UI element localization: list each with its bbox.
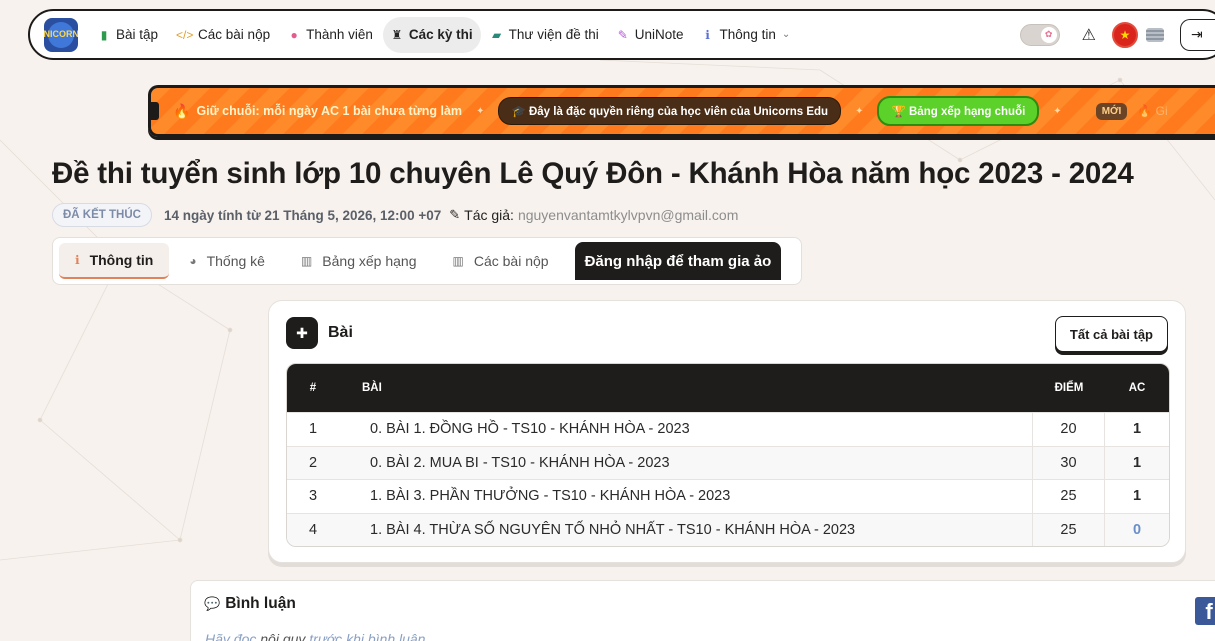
chevron-down-icon: ⌄ [781,29,791,40]
row-num: 3 [308,488,318,505]
theme-toggle[interactable]: ✿ [1019,23,1060,46]
contest-tabs: ℹ Thông tin ◕ Thống kê ▥ Bảng xếp hạng ▥… [52,237,802,285]
sign-in-icon: ⇥ [1191,26,1203,42]
facebook-icon[interactable]: f [1195,597,1215,625]
rules-link[interactable]: nội quy [260,631,305,641]
table-row[interactable]: 2 0. BÀI 2. MUA BI - TS10 - KHÁNH HÒA - … [287,445,1169,479]
trophy-icon: ♜ [391,27,403,42]
problems-table: # BÀI ĐIỂM AC 1 0. BÀI 1. ĐỒNG HỒ - TS10… [286,363,1170,547]
problem-link[interactable]: 0. BÀI 1. ĐỒNG HỒ - TS10 - KHÁNH HÒA - 2… [339,413,1033,446]
trophy-icon: 🏆 [891,106,906,118]
problem-link[interactable]: 0. BÀI 2. MUA BI - TS10 - KHÁNH HÒA - 20… [339,446,1033,479]
warning-icon[interactable]: ⚠ [1082,25,1096,45]
problem-link[interactable]: 1. BÀI 4. THỪA SỐ NGUYÊN TỐ NHỎ NHẤT - T… [339,513,1033,546]
folder-icon: ▰ [492,27,502,42]
tab-info[interactable]: ℹ Thông tin [59,243,170,279]
column-header-name: BÀI [362,382,382,394]
column-header-score: ĐIỂM [1054,382,1084,394]
users-icon: ● [290,27,298,42]
column-header-num: # [309,382,317,394]
table-header: # BÀI ĐIỂM AC [287,364,1169,412]
info-circle-icon: ℹ [75,253,80,267]
flower-icon: ✿ [1040,26,1057,43]
virtual-join-button[interactable]: Đăng nhập để tham gia ảo [574,242,782,280]
code-icon: </> [176,27,194,42]
bar-chart-icon: ▥ [300,254,313,268]
info-icon: ℹ [705,27,710,42]
author-name[interactable]: nguyenvantamtkylvpvn@gmail.com [518,207,738,223]
row-score: 30 [1033,446,1105,479]
nav-item-problems[interactable]: ▮ Bài tập [90,17,166,53]
row-num: 2 [308,454,318,471]
all-problems-button[interactable]: Tất cả bài tập [1054,316,1168,352]
book-icon: ▮ [100,27,108,42]
bar-chart-icon: ▥ [452,254,464,268]
table-row[interactable]: 4 1. BÀI 4. THỪA SỐ NGUYÊN TỐ NHỎ NHẤT -… [287,512,1169,546]
table-row[interactable]: 1 0. BÀI 1. ĐỒNG HỒ - TS10 - KHÁNH HÒA -… [287,412,1169,446]
problem-link[interactable]: 1. BÀI 3. PHẦN THƯỞNG - TS10 - KHÁNH HÒA… [339,480,1033,513]
vietnam-flag-icon[interactable]: ★ [1112,21,1138,48]
sparkle-icon: ✦ [855,105,864,117]
tab-stats[interactable]: ◕ Thống kê [173,243,281,279]
row-score: 25 [1033,513,1105,546]
puzzle-icon: ✚ [286,317,318,349]
nav-item-uninote[interactable]: ✎ UniNote [609,17,692,53]
nav-right-controls: ✿ ⚠ ★ ⇥ [1019,11,1215,58]
us-flag-icon[interactable] [1146,27,1164,42]
contest-time: 14 ngày tính từ 21 Tháng 5, 2026, 12:00 … [163,207,442,223]
banner-trailing-text: 🔥 Gi [1137,104,1168,118]
privilege-pill[interactable]: 🎓 Đây là đặc quyền riêng của học viên củ… [498,97,842,125]
contest-meta: ĐÃ KẾT THÚC 14 ngày tính từ 21 Tháng 5, … [52,203,738,227]
comments-section: 💬 Bình luận Hãy đọc nội quy trước khi bì… [190,580,1215,641]
row-score: 25 [1033,480,1105,513]
status-badge: ĐÃ KẾT THÚC [52,203,152,227]
streak-text: Giữ chuỗi: mỗi ngày AC 1 bài chưa từng l… [196,104,463,118]
row-ac: 1 [1132,488,1142,505]
new-badge: MỚI [1095,102,1128,120]
graduation-cap-icon: 🎓 [511,106,526,118]
tab-submissions[interactable]: ▥ Các bài nộp [437,243,565,279]
row-num: 4 [308,521,318,538]
column-header-ac: AC [1128,382,1146,394]
row-ac: 0 [1132,521,1142,538]
fire-icon: 🔥 [173,102,191,119]
sparkle-icon: ✦ [1053,105,1062,117]
problems-title: Bài [328,324,353,341]
nav-item-info[interactable]: ℹ Thông tin ⌄ [694,17,799,53]
row-ac: 1 [1132,454,1142,471]
comments-title: 💬 Bình luận [204,595,296,612]
comments-hint: Hãy đọc nội quy trước khi bình luận. [205,631,429,641]
site-logo[interactable]: UNICORNS [44,17,78,52]
streak-leaderboard-button[interactable]: 🏆 Bảng xếp hạng chuỗi [877,96,1040,126]
nav-item-submissions[interactable]: </> Các bài nộp [168,17,278,53]
table-row[interactable]: 3 1. BÀI 3. PHẦN THƯỞNG - TS10 - KHÁNH H… [287,479,1169,513]
nav-item-library[interactable]: ▰ Thư viện đề thi [483,17,607,53]
problems-card: ✚ Bài Tất cả bài tập # BÀI ĐIỂM AC 1 0. … [268,300,1186,563]
pen-icon: ✎ [617,27,628,42]
streak-banner: 🔥 Giữ chuỗi: mỗi ngày AC 1 bài chưa từng… [148,85,1215,137]
pie-chart-icon: ◕ [189,254,197,268]
comments-icon: 💬 [204,596,221,611]
banner-edge [151,102,159,120]
edit-icon: ✎ [449,207,461,222]
nav-item-members[interactable]: ● Thành viên [280,17,381,53]
sparkle-icon: ✦ [476,105,485,117]
top-navbar: UNICORNS ▮ Bài tập </> Các bài nộp ● Thà… [28,9,1215,60]
tab-ranking[interactable]: ▥ Bảng xếp hạng [285,243,433,279]
author-label: Tác giả: [464,207,514,223]
problems-header: ✚ Bài [286,317,353,349]
row-score: 20 [1033,413,1105,446]
nav-item-contests[interactable]: ♜ Các kỳ thi [382,16,481,53]
page-title: Đề thi tuyển sinh lớp 10 chuyên Lê Quý Đ… [52,157,1134,190]
row-num: 1 [308,421,318,438]
row-ac: 1 [1132,421,1142,438]
login-button[interactable]: ⇥ [1180,18,1215,51]
